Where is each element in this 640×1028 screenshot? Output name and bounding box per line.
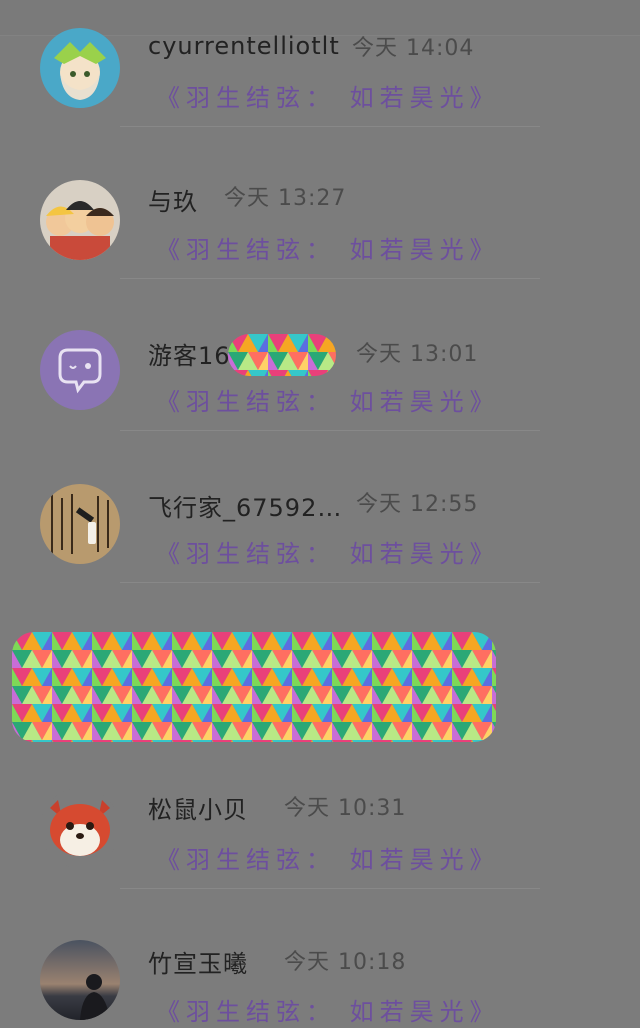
comment-message: 《羽生结弦： 如若昊光》 (156, 998, 500, 1026)
divider (120, 582, 540, 583)
list-item[interactable]: 竹宣玉曦 今天 10:18 《羽生结弦： 如若昊光》 (0, 914, 640, 1028)
list-item[interactable]: 游客16 今天 13:01 《羽生结弦： 如若昊光》 (0, 304, 640, 456)
redacted-name-mosaic (228, 334, 336, 376)
list-item[interactable]: 飞行家_67592… 今天 12:55 《羽生结弦： 如若昊光》 (0, 456, 640, 608)
redacted-comment-mosaic (12, 632, 496, 742)
default-chat-avatar[interactable] (40, 330, 120, 410)
sunset-silhouette-avatar[interactable] (40, 940, 120, 1020)
calligraphy-avatar[interactable] (40, 484, 120, 564)
comment-time: 今天 10:31 (284, 796, 407, 821)
comment-time: 今天 13:01 (356, 342, 479, 367)
commenter-name: 松鼠小贝 (148, 796, 248, 824)
comment-message: 《羽生结弦： 如若昊光》 (156, 388, 500, 416)
divider (120, 888, 540, 889)
divider (120, 430, 540, 431)
cartoon-trio-avatar[interactable] (40, 180, 120, 260)
red-squirrel-avatar[interactable] (40, 788, 120, 868)
anime-girl-avatar[interactable] (40, 28, 120, 108)
commenter-name: cyurrentelliotlt (148, 32, 340, 60)
list-item[interactable]: 与玖 今天 13:27 《羽生结弦： 如若昊光》 (0, 152, 640, 304)
commenter-name: 游客16 (148, 342, 231, 370)
comment-message: 《羽生结弦： 如若昊光》 (156, 84, 500, 112)
commenter-name: 飞行家_67592… (148, 494, 343, 522)
list-item[interactable]: cyurrentelliotlt 今天 14:04 《羽生结弦： 如若昊光》 (0, 0, 640, 152)
comment-message: 《羽生结弦： 如若昊光》 (156, 540, 500, 568)
commenter-name: 竹宣玉曦 (148, 950, 248, 978)
divider (120, 278, 540, 279)
comment-time: 今天 10:18 (284, 950, 407, 975)
comment-time: 今天 13:27 (224, 186, 347, 211)
list-item[interactable]: 松鼠小贝 今天 10:31 《羽生结弦： 如若昊光》 (0, 762, 640, 914)
comment-message: 《羽生结弦： 如若昊光》 (156, 236, 500, 264)
commenter-name: 与玖 (148, 188, 198, 216)
divider (120, 126, 540, 127)
comment-message: 《羽生结弦： 如若昊光》 (156, 846, 500, 874)
comment-time: 今天 14:04 (352, 36, 475, 61)
comment-time: 今天 12:55 (356, 492, 479, 517)
